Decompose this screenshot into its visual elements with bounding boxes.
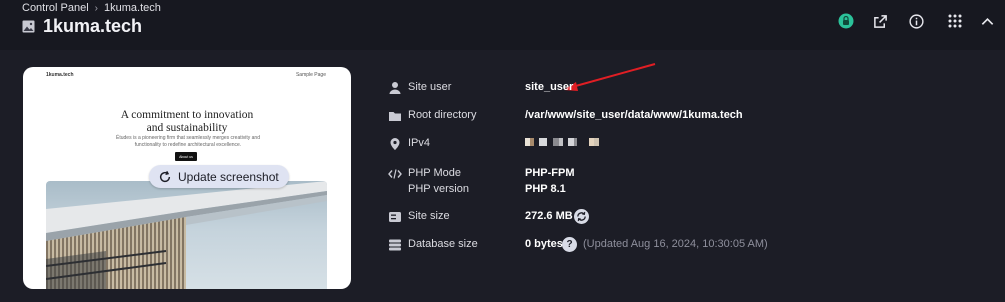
database-size-value: 0 bytes: [525, 238, 563, 250]
chevron-up-icon: [981, 17, 993, 25]
collapse-button[interactable]: [976, 10, 998, 32]
preview-site-name: 1kuma.tech: [46, 72, 74, 78]
php-version-value: PHP 8.1: [525, 183, 566, 195]
apps-grid-icon: [948, 14, 962, 28]
update-screenshot-button[interactable]: Update screenshot: [149, 165, 289, 188]
site-user-label: Site user: [408, 81, 452, 93]
folder-icon: [389, 112, 401, 121]
breadcrumb-separator: ›: [94, 2, 98, 14]
breadcrumb: Control Panel › 1kuma.tech: [22, 2, 161, 14]
open-site-button[interactable]: [869, 10, 891, 32]
page-header: Control Panel › 1kuma.tech 1kuma.tech: [0, 0, 1005, 50]
php-version-label: PHP version: [408, 183, 469, 195]
apps-button[interactable]: [944, 10, 966, 32]
status-button[interactable]: [835, 10, 857, 32]
preview-subtext: Études is a pioneering firm that seamles…: [113, 135, 263, 149]
preview-subtext-line1: Études is a pioneering firm that seamles…: [116, 135, 260, 141]
site-size-label: Site size: [408, 210, 450, 222]
ipv4-row: IPv4: [388, 135, 988, 153]
database-size-label: Database size: [408, 238, 478, 250]
recalculate-size-button[interactable]: [574, 209, 589, 224]
title-row: 1kuma.tech: [22, 16, 142, 37]
root-directory-label: Root directory: [408, 109, 477, 121]
php-mode-value: PHP-FPM: [525, 167, 575, 179]
root-directory-value[interactable]: /var/www/site_user/data/www/1kuma.tech: [525, 109, 743, 121]
preview-cta-button: About us: [175, 152, 197, 161]
ipv4-label: IPv4: [408, 137, 431, 149]
root-directory-row: Root directory /var/www/site_user/data/w…: [388, 107, 988, 125]
site-preview-card: 1kuma.tech Sample Page A commitment to i…: [23, 67, 351, 289]
preview-heading: A commitment to innovation and sustainab…: [23, 109, 351, 135]
site-size-value: 272.6 MB: [525, 210, 573, 222]
ipv4-value-redacted: [525, 138, 615, 148]
refresh-icon: [577, 211, 586, 222]
site-image-icon: [22, 20, 35, 33]
site-size-row: Site size 272.6 MB: [388, 208, 988, 226]
database-size-help-button[interactable]: ?: [562, 237, 577, 252]
preview-heading-line1: A commitment to innovation: [120, 109, 254, 121]
page-title: 1kuma.tech: [43, 16, 143, 36]
status-icon: [838, 13, 854, 29]
external-link-icon: [873, 14, 887, 28]
breadcrumb-current: 1kuma.tech: [104, 2, 161, 14]
php-mode-label: PHP Mode: [408, 167, 461, 179]
info-button[interactable]: [905, 10, 927, 32]
site-user-row: Site user site_user: [388, 79, 988, 97]
preview-subtext-line2: functionality to redefine architectural …: [134, 142, 242, 148]
preview-building-image: [46, 181, 327, 289]
php-version-row: PHP version PHP 8.1: [388, 181, 988, 199]
disk-icon: [389, 212, 401, 222]
database-size-updated: (Updated Aug 16, 2024, 10:30:05 AM): [583, 238, 768, 250]
user-icon: [389, 82, 401, 94]
preview-heading-line2: and sustainability: [146, 122, 228, 134]
site-user-value: site_user: [525, 81, 574, 93]
breadcrumb-control-panel[interactable]: Control Panel: [22, 2, 89, 14]
update-screenshot-label: Update screenshot: [178, 169, 279, 184]
refresh-icon: [159, 170, 171, 182]
code-icon: [388, 169, 402, 179]
info-icon: [908, 13, 924, 29]
database-size-row: Database size 0 bytes ? (Updated Aug 16,…: [388, 236, 988, 254]
location-pin-icon: [390, 138, 400, 150]
database-icon: [389, 239, 401, 251]
preview-nav-link: Sample Page: [295, 72, 326, 78]
